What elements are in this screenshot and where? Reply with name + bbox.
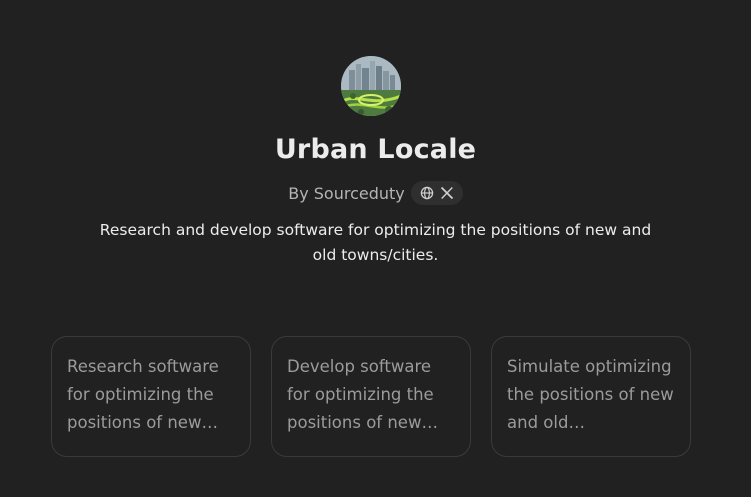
author-row: By Sourceduty bbox=[0, 181, 751, 205]
author-links bbox=[410, 181, 463, 205]
author-label: By Sourceduty bbox=[288, 183, 405, 203]
city-highway-image bbox=[341, 56, 401, 116]
gpt-description: Research and develop software for optimi… bbox=[99, 221, 652, 264]
gpt-title: Urban Locale bbox=[274, 134, 477, 165]
starter-card[interactable]: Simulate optimizing the positions of new… bbox=[491, 336, 691, 457]
starter-card[interactable]: Develop software for optimizing the posi… bbox=[271, 336, 471, 457]
starter-card[interactable]: Research software for optimizing the pos… bbox=[51, 336, 251, 457]
globe-icon[interactable] bbox=[420, 186, 434, 200]
conversation-starters: Research software for optimizing the pos… bbox=[51, 336, 691, 457]
x-logo-icon[interactable] bbox=[440, 186, 454, 200]
gpt-avatar bbox=[341, 56, 401, 116]
starter-text: Develop software for optimizing the posi… bbox=[287, 357, 434, 432]
gpt-profile-page: Urban Locale By Sourceduty Research and … bbox=[0, 0, 751, 497]
starter-text: Research software for optimizing the pos… bbox=[67, 357, 219, 432]
starter-text: Simulate optimizing the positions of new… bbox=[507, 357, 674, 432]
